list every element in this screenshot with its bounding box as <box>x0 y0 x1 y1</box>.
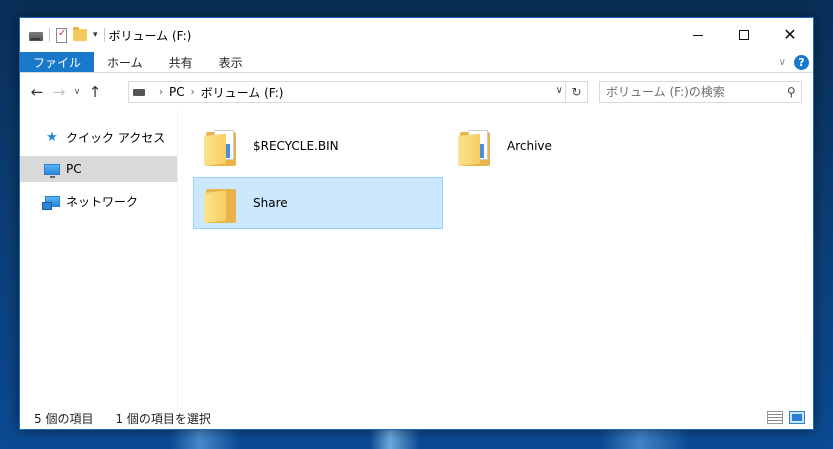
folder-item-archive[interactable]: Archive <box>447 120 697 172</box>
breadcrumb-separator-icon[interactable]: › <box>191 87 195 98</box>
recent-locations-chevron-icon[interactable]: ∨ <box>70 87 84 97</box>
folder-name: Share <box>253 196 288 210</box>
new-folder-icon[interactable] <box>73 27 87 41</box>
window-title: ボリューム (F:) <box>108 28 192 43</box>
folder-name: Archive <box>507 139 552 153</box>
nav-item-pc[interactable]: PC <box>20 156 177 182</box>
maximize-icon <box>739 30 749 40</box>
breadcrumb-separator-icon[interactable]: › <box>159 87 163 98</box>
ribbon-right-controls: ∨ ? <box>779 52 809 73</box>
tab-view[interactable]: 表示 <box>206 52 256 72</box>
breadcrumb-volume[interactable]: ボリューム (F:) <box>201 84 284 101</box>
close-button[interactable]: ✕ <box>767 18 813 52</box>
toolbar-divider <box>103 28 105 42</box>
ribbon-tabs: ファイル ホーム 共有 表示 ∨ ? <box>20 52 813 73</box>
minimize-icon <box>693 34 703 36</box>
computer-icon <box>44 162 60 178</box>
search-box[interactable]: ⚲ <box>599 81 802 103</box>
main-body: ★ クイック アクセス PC ネットワーク $RECYCLE.BIN Archi… <box>20 110 813 409</box>
network-icon <box>41 194 60 210</box>
folder-item-recycle-bin[interactable]: $RECYCLE.BIN <box>193 120 443 172</box>
explorer-window: ▾ ボリューム (F:) ✕ ファイル ホーム 共有 表示 ∨ ? ← → ∨ … <box>19 17 814 430</box>
nav-item-network[interactable]: ネットワーク <box>20 188 177 214</box>
search-input[interactable] <box>606 85 776 99</box>
back-arrow-icon[interactable]: ← <box>26 83 48 101</box>
status-selected-count: 1 個の項目を選択 <box>115 411 211 426</box>
star-icon: ★ <box>46 129 58 145</box>
address-bar[interactable]: › PC › ボリューム (F:) ∨ ↻ <box>128 81 588 103</box>
customize-toolbar-dropdown-icon[interactable]: ▾ <box>93 30 98 40</box>
folder-icon <box>204 183 236 223</box>
nav-item-quick-access[interactable]: ★ クイック アクセス <box>20 124 177 150</box>
search-icon[interactable]: ⚲ <box>787 85 796 99</box>
nav-item-label: PC <box>66 162 82 176</box>
folder-name: $RECYCLE.BIN <box>253 139 339 153</box>
expand-ribbon-chevron-icon[interactable]: ∨ <box>779 57 786 68</box>
file-list: $RECYCLE.BIN Archive Share <box>178 110 813 409</box>
tab-file[interactable]: ファイル <box>20 52 95 72</box>
forward-arrow-icon[interactable]: → <box>48 83 70 101</box>
nav-item-label: クイック アクセス <box>66 130 166 145</box>
drive-icon[interactable] <box>29 31 43 41</box>
refresh-icon[interactable]: ↻ <box>565 82 587 102</box>
close-icon: ✕ <box>783 25 797 44</box>
navigation-pane: ★ クイック アクセス PC ネットワーク <box>20 110 178 409</box>
address-row: ← → ∨ ↑ › PC › ボリューム (F:) ∨ ↻ ⚲ <box>20 73 813 110</box>
drive-icon <box>133 88 145 96</box>
tab-share[interactable]: 共有 <box>156 52 206 72</box>
breadcrumb-pc[interactable]: PC <box>169 85 185 99</box>
window-controls: ✕ <box>675 18 813 52</box>
maximize-button[interactable] <box>721 18 767 52</box>
properties-icon[interactable] <box>56 27 67 43</box>
large-icons-view-icon[interactable] <box>789 411 805 424</box>
minimize-button[interactable] <box>675 18 721 52</box>
folder-icon <box>458 126 490 166</box>
details-view-icon[interactable] <box>767 411 783 424</box>
status-item-count: 5 個の項目 <box>34 411 94 426</box>
title-bar: ▾ ボリューム (F:) ✕ <box>20 18 813 52</box>
view-switcher <box>767 411 805 424</box>
tab-home[interactable]: ホーム <box>94 52 156 72</box>
quick-access-toolbar: ▾ <box>20 27 105 43</box>
status-bar: 5 個の項目 1 個の項目を選択 <box>20 407 813 429</box>
up-arrow-icon[interactable]: ↑ <box>84 83 106 101</box>
help-icon[interactable]: ? <box>794 55 809 70</box>
address-dropdown-chevron-icon[interactable]: ∨ <box>556 85 563 96</box>
toolbar-divider <box>49 28 50 42</box>
nav-item-label: ネットワーク <box>66 194 139 209</box>
folder-icon <box>204 126 236 166</box>
folder-item-share[interactable]: Share <box>193 177 443 229</box>
